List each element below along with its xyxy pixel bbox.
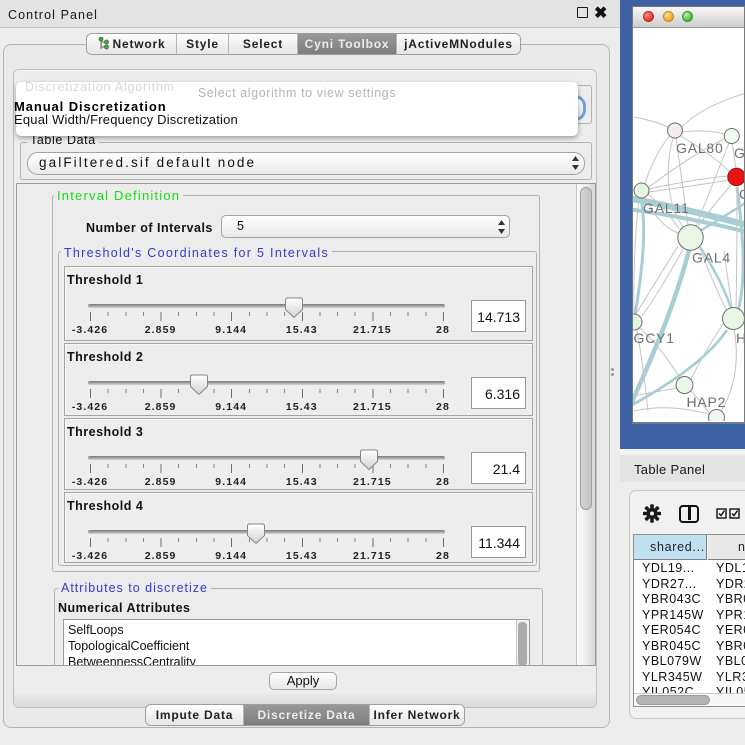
svg-text:HAP2: HAP2 [687, 394, 727, 410]
svg-text:HA: HA [736, 330, 744, 346]
svg-text:CR: CR [739, 186, 744, 202]
svg-text:GCY1: GCY1 [634, 330, 675, 346]
svg-text:GAL11: GAL11 [643, 200, 690, 216]
svg-text:GAL: GAL [734, 145, 744, 161]
svg-text:GAL80: GAL80 [676, 140, 724, 156]
svg-text:GAL4: GAL4 [692, 250, 731, 266]
